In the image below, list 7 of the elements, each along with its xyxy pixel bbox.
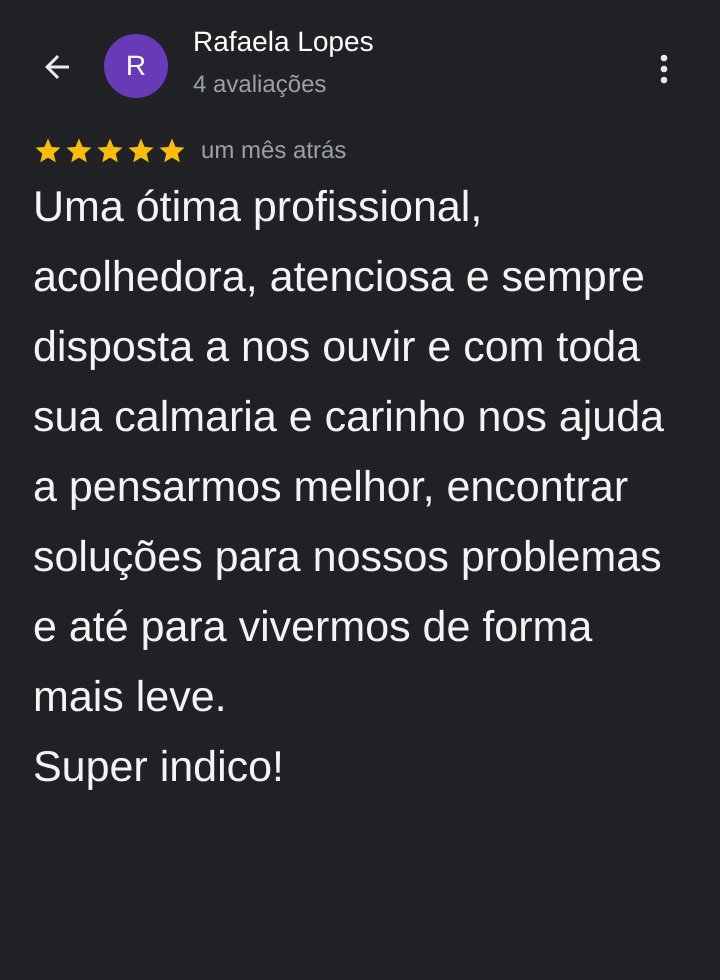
review-count: 4 avaliações [193, 70, 328, 100]
avatar: R [104, 34, 168, 98]
review-text: Uma ótima profissional, acolhedora, atenciosa e sempre disposta a nos ouvir e com toda sua calmaria e carinho nos ajuda a pensarmos melhor, encontrar soluções para nossos problemas e até para vivermos de forma mais leve. [33, 182, 666, 723]
review-time: um mês atrás [201, 137, 346, 165]
review-text: Super indico! [33, 742, 285, 793]
more-vertical-icon [660, 54, 668, 84]
author-name[interactable]: Rafaela Lopes [193, 24, 654, 60]
